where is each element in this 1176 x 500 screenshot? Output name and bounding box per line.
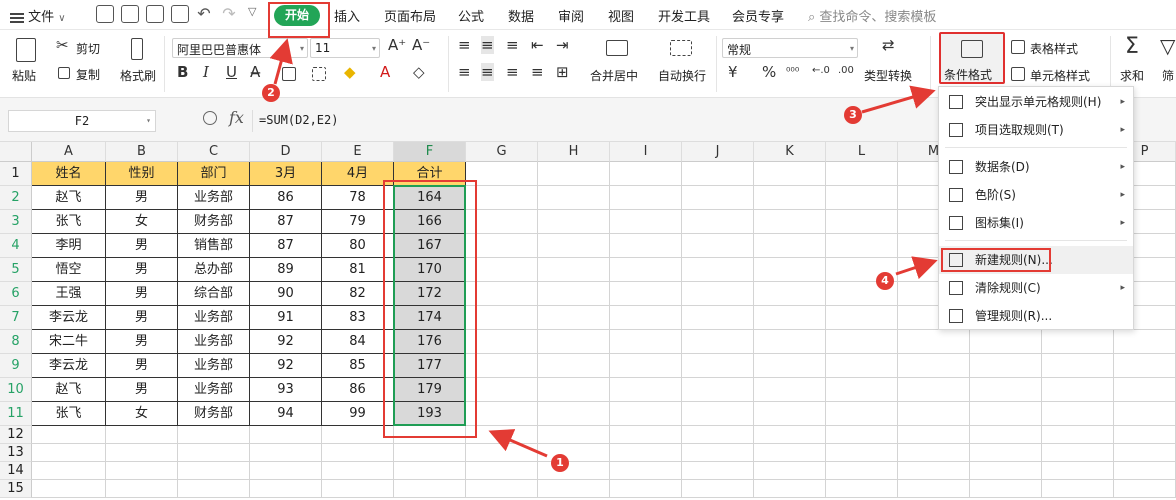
annotation-badge-1: 1: [551, 454, 569, 472]
annotation-badge-3: 3: [844, 106, 862, 124]
annotation-badge-2: 2: [262, 84, 280, 102]
annotation-badge-4: 4: [876, 272, 894, 290]
annotation-arrows: [269, 38, 938, 458]
